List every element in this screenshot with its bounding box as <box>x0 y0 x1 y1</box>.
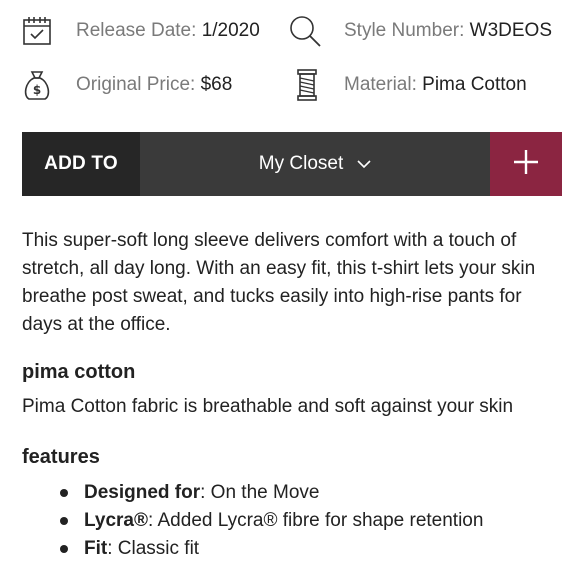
feature-value: : On the Move <box>200 482 320 503</box>
release-date-value: 1/2020 <box>201 20 260 41</box>
release-date-item <box>20 14 54 48</box>
price-item: $ <box>20 68 54 102</box>
feature-name: Fit <box>84 538 108 559</box>
closet-dropdown[interactable]: My Closet <box>140 132 490 196</box>
style-number-label: Style Number: <box>344 20 465 41</box>
add-to-label: ADD TO <box>22 132 140 196</box>
meta-row-1: Release Date: 1/2020 Style Number: W3DEO… <box>0 8 580 54</box>
feature-value: : Classic fit <box>107 538 200 559</box>
feature-item: Lycra®: Added Lycra® fibre for shape ret… <box>22 507 483 535</box>
product-description: This super-soft long sleeve delivers com… <box>22 230 536 335</box>
feature-name: Designed for <box>84 482 201 503</box>
money-bag-icon: $ <box>20 68 54 102</box>
chevron-down-icon <box>357 159 371 169</box>
original-price-value: $68 <box>200 74 233 95</box>
add-button[interactable] <box>490 132 562 196</box>
svg-text:$: $ <box>33 83 41 97</box>
material-value: Pima Cotton <box>422 74 527 95</box>
thread-spool-icon <box>290 68 324 102</box>
release-date-label: Release Date: <box>76 20 197 41</box>
feature-item: Designed for: On the Move <box>22 479 483 507</box>
style-number: Style Number: W3DEOS <box>344 20 552 42</box>
bullet <box>60 517 68 525</box>
original-price: Original Price: $68 <box>76 74 232 96</box>
meta-row-2: $ Original Price: $68 Material: Pima Cot… <box>0 62 580 108</box>
plus-icon <box>513 149 539 180</box>
material-item <box>290 68 324 102</box>
feature-value: : Added Lycra® fibre for shape retention <box>148 510 484 531</box>
add-to-closet-bar: ADD TO My Closet <box>22 132 562 196</box>
original-price-label: Original Price: <box>76 74 196 95</box>
closet-dropdown-value: My Closet <box>258 153 344 174</box>
feature-item: Fit: Classic fit <box>22 535 483 563</box>
style-number-item <box>288 14 322 48</box>
features-list: Designed for: On the Move Lycra®: Added … <box>22 479 483 563</box>
release-date: Release Date: 1/2020 <box>76 20 260 42</box>
material-label: Material: <box>344 74 417 95</box>
search-icon <box>288 14 322 48</box>
bullet <box>60 489 68 497</box>
bullet <box>60 545 68 553</box>
calendar-icon <box>20 14 54 48</box>
fabric-title: pima cotton <box>22 361 136 383</box>
feature-name: Lycra® <box>84 510 148 531</box>
material: Material: Pima Cotton <box>344 74 527 96</box>
fabric-description: Pima Cotton fabric is breathable and sof… <box>22 396 514 417</box>
features-title: features <box>22 446 100 468</box>
style-number-value: W3DEOS <box>469 20 553 41</box>
